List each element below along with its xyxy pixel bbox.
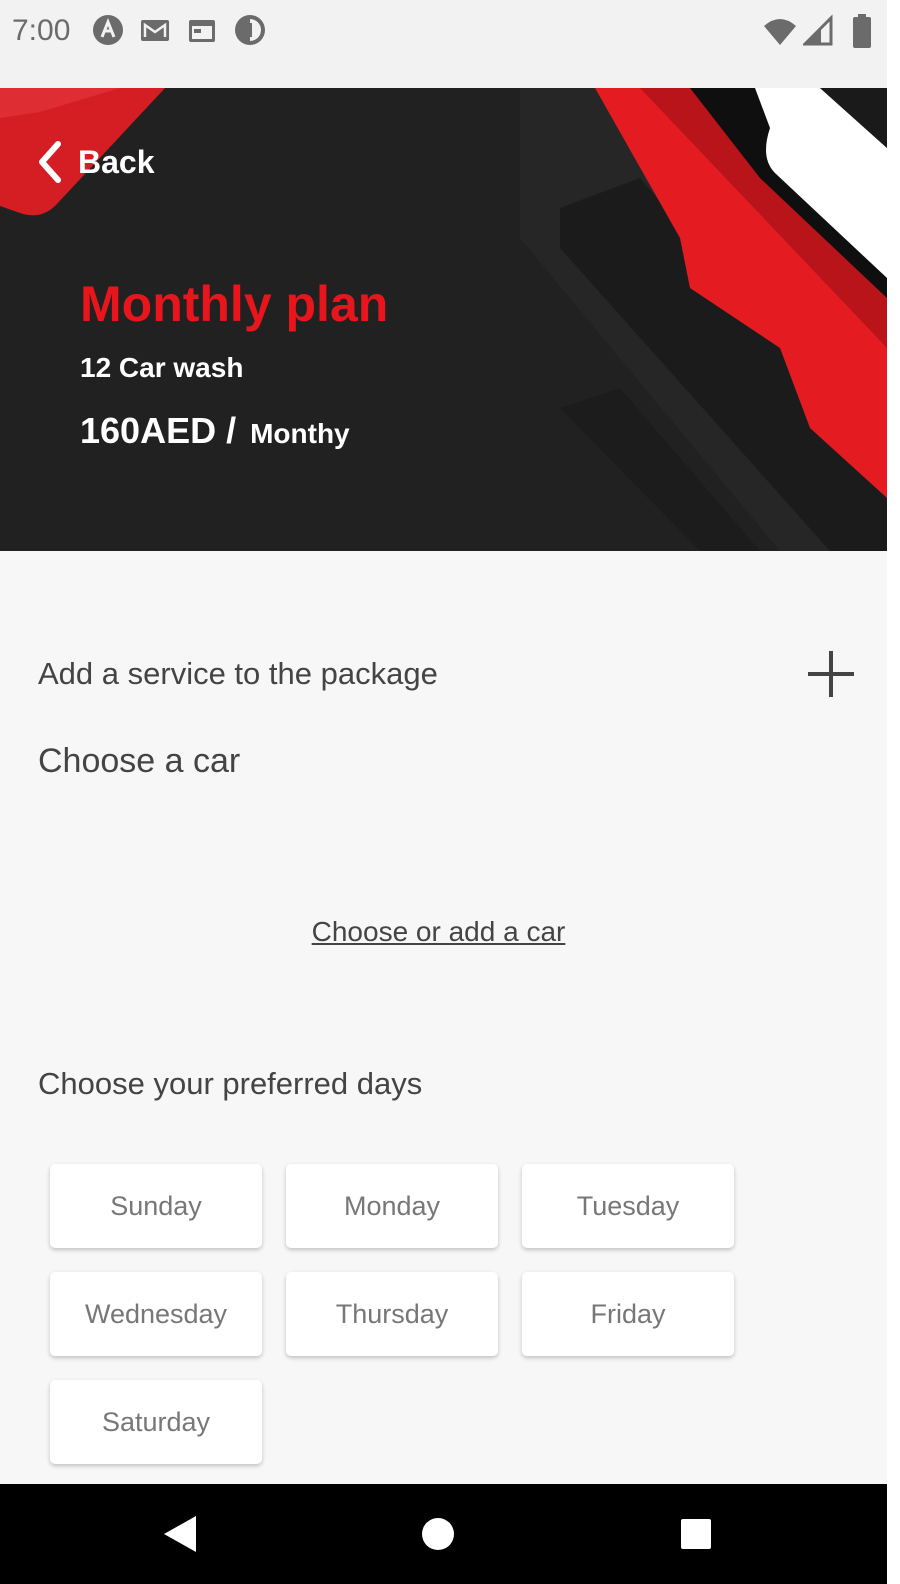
price-row: 160AED / Monthy <box>80 410 350 452</box>
day-tuesday-button[interactable]: Tuesday <box>522 1164 734 1248</box>
back-triangle-icon <box>164 1516 196 1552</box>
price-separator: / <box>226 410 237 451</box>
battery-icon <box>853 14 871 48</box>
preferred-days-title: Choose your preferred days <box>38 1066 423 1101</box>
app-icon <box>235 15 265 45</box>
home-circle-icon <box>422 1518 454 1550</box>
day-thursday-button[interactable]: Thursday <box>286 1272 498 1356</box>
nav-recents-button[interactable] <box>666 1484 726 1584</box>
day-friday-button[interactable]: Friday <box>522 1272 734 1356</box>
back-button[interactable]: Back <box>36 134 155 190</box>
status-bar: 7:00 <box>0 0 887 88</box>
plan-title: Monthly plan <box>80 276 389 332</box>
billing-period: Monthy <box>250 418 350 449</box>
app-screen: 7:00 Back Monthly plan 12 Car wash 160AE… <box>0 0 887 1584</box>
add-service-row[interactable]: Add a service to the package <box>38 646 858 702</box>
day-monday-button[interactable]: Monday <box>286 1164 498 1248</box>
choose-or-add-car-link[interactable]: Choose or add a car <box>0 916 877 948</box>
add-service-label: Add a service to the package <box>38 656 438 691</box>
screen-edge <box>887 0 900 1584</box>
plus-icon[interactable] <box>804 647 858 701</box>
status-time: 7:00 <box>12 14 71 47</box>
back-label: Back <box>78 143 155 180</box>
day-saturday-button[interactable]: Saturday <box>50 1380 262 1464</box>
choose-car-title: Choose a car <box>38 742 241 780</box>
signal-icon <box>803 14 833 46</box>
plan-wash-count: 12 Car wash <box>80 352 244 383</box>
chevron-left-icon <box>39 141 61 183</box>
recents-square-icon <box>681 1519 711 1549</box>
wifi-icon <box>764 19 796 45</box>
nav-home-button[interactable] <box>408 1484 468 1584</box>
calendar-icon <box>189 20 215 42</box>
day-wednesday-button[interactable]: Wednesday <box>50 1272 262 1356</box>
day-sunday-button[interactable]: Sunday <box>50 1164 262 1248</box>
plan-header: Back Monthly plan 12 Car wash 160AED / M… <box>0 88 887 551</box>
notification-a-icon <box>93 15 123 45</box>
plan-price: 160AED <box>80 410 217 451</box>
system-nav-bar <box>0 1484 887 1584</box>
nav-back-button[interactable] <box>150 1484 210 1584</box>
gmail-icon <box>141 20 169 41</box>
